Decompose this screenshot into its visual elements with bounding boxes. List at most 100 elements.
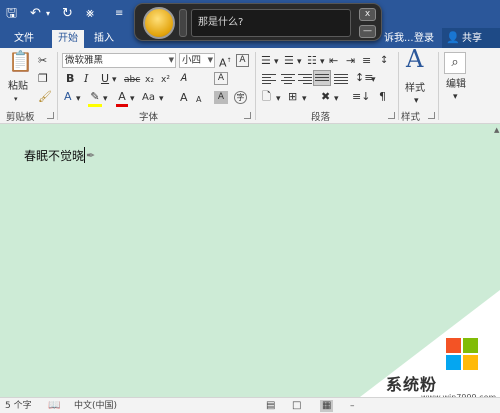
format-painter-icon[interactable]: 🖌 [38, 90, 52, 104]
chevron-down-icon[interactable]: ▾ [276, 92, 281, 106]
volume-meter [179, 9, 187, 37]
clear-format-icon[interactable]: A [236, 54, 249, 67]
windows-logo-icon [446, 338, 478, 370]
touch-mode-icon[interactable]: ⨳ [86, 5, 94, 23]
chevron-down-icon[interactable]: ▾ [320, 55, 325, 69]
group-separator [398, 52, 399, 120]
paste-icon[interactable]: 📋 [8, 51, 33, 80]
font-launcher-icon[interactable] [244, 112, 251, 119]
chevron-down-icon[interactable]: ▾ [302, 92, 307, 106]
show-marks-icon[interactable]: ≡↓ [352, 90, 370, 104]
chevron-down-icon[interactable]: ▾ [130, 92, 135, 106]
grow-font-button[interactable]: A [180, 91, 188, 105]
ribbon: 📋 粘贴 ▾ ✂ ❐ 🖌 剪贴板 微软雅黑 ▼ 小四 ▼ A↑ A B I U … [0, 47, 500, 124]
tab-home[interactable]: 开始 [52, 30, 84, 48]
font-group-label: 字体 [139, 112, 159, 123]
char-shading-button[interactable]: A [214, 91, 228, 104]
font-name-value: 微软雅黑 [65, 55, 104, 66]
grow-font-icon[interactable]: A↑ [219, 54, 232, 71]
chevron-down-icon[interactable]: ▾ [414, 94, 419, 108]
sort-icon[interactable]: ↕ [380, 54, 388, 68]
find-icon[interactable]: ⌕ [444, 52, 466, 74]
increase-indent-icon[interactable]: ⇥ [346, 54, 355, 68]
status-bar: 5 个字 📖 中文(中国) ▤ □ ▦ – [0, 397, 500, 413]
asian-layout-icon[interactable]: ✖ [321, 90, 330, 104]
close-icon[interactable]: x [359, 8, 376, 21]
text-cursor [84, 147, 85, 163]
change-case-icon[interactable]: 𝐴 [180, 72, 187, 86]
chevron-down-icon[interactable]: ▾ [297, 55, 302, 69]
save-icon[interactable]: 🖫 [6, 5, 17, 23]
text-effects-button[interactable]: A [64, 90, 72, 104]
web-layout-icon[interactable]: ▦ [320, 400, 334, 412]
chinese-layout-icon[interactable]: ≡ [362, 54, 371, 68]
chevron-down-icon[interactable]: ▼ [169, 54, 174, 67]
microphone-icon[interactable] [143, 7, 175, 39]
borders-icon[interactable]: ⊞ [288, 90, 297, 104]
print-layout-icon[interactable]: □ [292, 400, 301, 412]
shading-icon[interactable]: 🗋 [262, 90, 271, 104]
underline-dropdown-icon[interactable]: ▾ [112, 73, 117, 87]
share-button[interactable]: 👤 共享 [442, 28, 500, 48]
styles-launcher-icon[interactable] [428, 112, 435, 119]
highlight-icon[interactable]: ✎ [88, 90, 102, 107]
underline-button[interactable]: U [101, 72, 109, 86]
character-border-button[interactable]: A [214, 72, 228, 85]
chevron-down-icon[interactable]: ▾ [334, 92, 339, 106]
group-separator [255, 52, 256, 120]
paste-dropdown-icon[interactable]: ▾ [14, 92, 18, 106]
group-separator [438, 52, 439, 120]
zoom-out-icon[interactable]: – [350, 400, 355, 412]
document-text[interactable]: 春眠不觉晓 [24, 147, 84, 164]
font-color-button[interactable]: A [116, 90, 128, 107]
chevron-down-icon[interactable]: ▾ [371, 73, 376, 87]
tab-file[interactable]: 文件 [8, 30, 40, 48]
chevron-down-icon[interactable]: ▾ [76, 92, 81, 106]
redo-icon[interactable]: ↻ [62, 5, 73, 23]
chevron-down-icon[interactable]: ▾ [103, 92, 108, 106]
change-case-button[interactable]: Aa [142, 91, 155, 105]
justify-icon[interactable] [313, 70, 331, 86]
subscript-button[interactable]: x₂ [145, 73, 154, 87]
ribbon-collapse-icon[interactable]: ▲ [494, 126, 499, 134]
proofing-icon[interactable]: 📖 [48, 400, 60, 412]
tab-insert[interactable]: 插入 [88, 30, 120, 48]
language-indicator[interactable]: 中文(中国) [74, 400, 117, 412]
word-count[interactable]: 5 个字 [5, 400, 32, 412]
paragraph-mark-icon[interactable]: ¶ [379, 90, 386, 104]
undo-dropdown-icon[interactable]: ▾ [46, 5, 50, 23]
font-name-combo[interactable]: 微软雅黑 ▼ [62, 53, 176, 68]
superscript-button[interactable]: x² [161, 73, 170, 87]
numbering-icon[interactable]: ☰ [284, 54, 294, 68]
read-mode-icon[interactable]: ▤ [266, 400, 275, 412]
font-size-value: 小四 [182, 55, 202, 66]
chevron-down-icon[interactable]: ▾ [159, 92, 164, 106]
enclose-char-button[interactable]: 字 [234, 91, 247, 104]
align-left-icon[interactable] [262, 72, 276, 84]
align-right-icon[interactable] [298, 72, 312, 84]
bullets-icon[interactable]: ☰ [261, 54, 271, 68]
undo-icon[interactable]: ↶ [30, 5, 41, 23]
bold-button[interactable]: B [66, 72, 74, 86]
multilevel-list-icon[interactable]: ☷ [307, 54, 317, 68]
shrink-font-button[interactable]: A [196, 93, 201, 107]
person-icon: 👤 [446, 31, 460, 44]
paste-label[interactable]: 粘贴 [8, 80, 28, 94]
customize-icon[interactable]: ≡ [115, 5, 123, 23]
clipboard-launcher-icon[interactable] [47, 112, 54, 119]
italic-button[interactable]: I [84, 72, 88, 86]
chevron-down-icon[interactable]: ▼ [208, 54, 213, 67]
chevron-down-icon[interactable]: ▾ [453, 90, 458, 104]
copy-icon[interactable]: ❐ [38, 72, 48, 86]
speech-prompt: 那是什么? [191, 9, 351, 37]
minimize-icon[interactable]: — [359, 25, 376, 38]
chevron-down-icon[interactable]: ▾ [274, 55, 279, 69]
distributed-icon[interactable] [334, 72, 348, 84]
styles-icon[interactable]: A [406, 47, 423, 71]
cut-icon[interactable]: ✂ [38, 54, 47, 68]
paragraph-launcher-icon[interactable] [388, 112, 395, 119]
decrease-indent-icon[interactable]: ⇤ [329, 54, 338, 68]
align-center-icon[interactable] [281, 72, 295, 84]
strikethrough-button[interactable]: abc [124, 73, 140, 87]
font-size-combo[interactable]: 小四 ▼ [179, 53, 215, 68]
